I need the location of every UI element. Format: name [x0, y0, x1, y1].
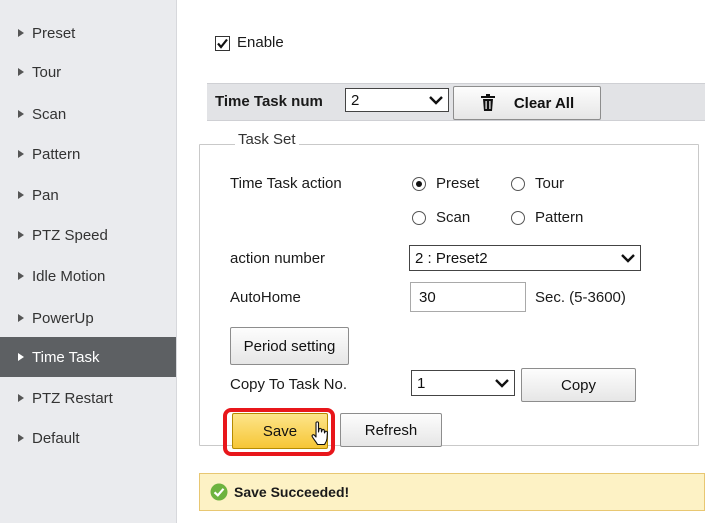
triangle-right-icon: [18, 191, 24, 199]
sidebar-item-tour[interactable]: Tour: [0, 53, 176, 91]
triangle-right-icon: [18, 272, 24, 280]
sidebar-item-label: Scan: [32, 105, 67, 123]
time-task-num-value: 2: [351, 91, 360, 109]
copy-button-label: Copy: [560, 376, 597, 394]
sidebar-item-pattern[interactable]: Pattern: [0, 135, 176, 173]
sidebar-item-preset[interactable]: Preset: [0, 14, 176, 52]
time-task-action-label: Time Task action: [230, 175, 342, 192]
sidebar-item-ptz-speed[interactable]: PTZ Speed: [0, 216, 176, 254]
enable-label: Enable: [237, 34, 284, 51]
triangle-right-icon: [18, 68, 24, 76]
radio-pattern[interactable]: [511, 211, 525, 225]
copy-to-task-label: Copy To Task No.: [230, 376, 348, 393]
triangle-right-icon: [18, 353, 24, 361]
copy-to-task-select[interactable]: 1: [411, 370, 515, 396]
sidebar-item-default[interactable]: Default: [0, 419, 176, 457]
sidebar: Preset Tour Scan Pattern Pan PTZ Speed I…: [0, 0, 177, 523]
sidebar-item-idle-motion[interactable]: Idle Motion: [0, 257, 176, 295]
status-bar: Save Succeeded!: [199, 473, 705, 511]
sidebar-item-label: Time Task: [32, 348, 100, 366]
trash-icon: [480, 94, 495, 111]
triangle-right-icon: [18, 434, 24, 442]
radio-scan-label: Scan: [436, 209, 471, 226]
period-setting-label: Period setting: [243, 337, 336, 355]
chevron-down-icon: [428, 94, 444, 106]
sidebar-item-label: Preset: [32, 24, 76, 42]
action-number-value: 2 : Preset2: [415, 249, 488, 267]
autohome-input[interactable]: 30: [410, 282, 526, 312]
main-panel: Enable Time Task num 2 Clear All Task Se…: [177, 0, 709, 523]
time-task-num-select[interactable]: 2: [345, 88, 449, 112]
sidebar-item-label: Pan: [32, 186, 59, 204]
copy-to-task-value: 1: [417, 374, 426, 392]
triangle-right-icon: [18, 29, 24, 37]
sidebar-item-pan[interactable]: Pan: [0, 176, 176, 214]
sidebar-item-label: Idle Motion: [32, 267, 106, 285]
autohome-unit: Sec. (5-3600): [535, 289, 626, 306]
radio-tour-label: Tour: [535, 175, 565, 192]
action-number-select[interactable]: 2 : Preset2: [409, 245, 641, 271]
sidebar-item-label: PTZ Speed: [32, 226, 108, 244]
radio-preset-label: Preset: [436, 175, 480, 192]
enable-checkbox[interactable]: [215, 36, 230, 51]
sidebar-item-powerup[interactable]: PowerUp: [0, 299, 176, 337]
time-task-num-label: Time Task num: [215, 93, 323, 110]
triangle-right-icon: [18, 314, 24, 322]
sidebar-item-label: PowerUp: [32, 309, 94, 327]
triangle-right-icon: [18, 110, 24, 118]
success-check-icon: [210, 483, 228, 501]
radio-selected-dot: [416, 181, 422, 187]
radio-scan[interactable]: [412, 211, 426, 225]
clear-all-button[interactable]: Clear All: [453, 86, 601, 120]
autohome-value: 30: [419, 288, 436, 306]
sidebar-item-label: Pattern: [32, 145, 81, 163]
copy-button[interactable]: Copy: [521, 368, 636, 402]
sidebar-item-time-task[interactable]: Time Task: [0, 337, 176, 377]
refresh-button[interactable]: Refresh: [340, 413, 442, 447]
sidebar-item-label: PTZ Restart: [32, 389, 113, 407]
clear-all-label: Clear All: [513, 94, 575, 112]
action-number-label: action number: [230, 250, 326, 267]
sidebar-item-label: Tour: [32, 63, 62, 81]
sidebar-item-label: Default: [32, 429, 80, 447]
chevron-down-icon: [620, 252, 636, 264]
checkmark-icon: [217, 38, 228, 49]
triangle-right-icon: [18, 394, 24, 402]
task-set-legend: Task Set: [235, 131, 299, 148]
radio-tour[interactable]: [511, 177, 525, 191]
hand-cursor-icon: [311, 421, 328, 446]
period-setting-button[interactable]: Period setting: [230, 327, 349, 365]
triangle-right-icon: [18, 150, 24, 158]
radio-pattern-label: Pattern: [535, 209, 584, 226]
radio-preset[interactable]: [412, 177, 426, 191]
chevron-down-icon: [494, 377, 510, 389]
status-message: Save Succeeded!: [234, 484, 350, 500]
autohome-label: AutoHome: [230, 289, 301, 306]
refresh-button-label: Refresh: [364, 421, 418, 439]
triangle-right-icon: [18, 231, 24, 239]
sidebar-item-ptz-restart[interactable]: PTZ Restart: [0, 379, 176, 417]
sidebar-item-scan[interactable]: Scan: [0, 95, 176, 133]
save-button-label: Save: [262, 422, 298, 440]
